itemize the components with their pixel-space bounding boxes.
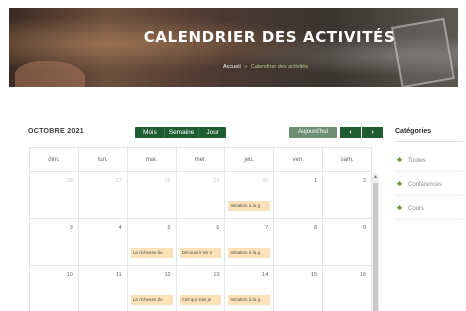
- category-label: Toutes: [408, 158, 426, 164]
- month-calendar: dim. lun. mar. mer. jeu. ven. sam. 26 27 2…: [29, 147, 372, 311]
- calendar-day-cell[interactable]: 16: [323, 266, 372, 311]
- calendar-week-row: 3 4 5 La richesse du 6 Découvrir les s 7 Initia…: [30, 219, 372, 266]
- category-item-toutes[interactable]: ♣ Toutes: [395, 148, 463, 172]
- calendar-event[interactable]: La richesse du: [130, 248, 173, 258]
- weekday-header: jeu.: [225, 148, 275, 172]
- view-month-button[interactable]: Mois: [135, 127, 165, 138]
- calendar-day-cell[interactable]: 29: [176, 172, 226, 219]
- calendar-day-cell[interactable]: 3: [30, 219, 79, 266]
- calendar-event[interactable]: La richesse du: [130, 295, 173, 305]
- weekday-header: ven.: [274, 148, 324, 172]
- calendar-day-cell[interactable]: 6 Découvrir les s: [176, 219, 226, 266]
- calendar-day-cell[interactable]: 11: [79, 266, 128, 311]
- scroll-up-icon[interactable]: ▲: [373, 175, 378, 180]
- banner-photo-hand: [15, 61, 85, 87]
- chevron-right-icon: ›: [371, 129, 374, 136]
- day-number: 27: [115, 178, 122, 184]
- calendar-day-cell[interactable]: 27: [78, 172, 128, 219]
- calendar-day-cell[interactable]: 30 Initiation à la g: [225, 172, 275, 219]
- calendar-event[interactable]: Ciel qui suis je: [179, 295, 222, 305]
- day-number: 16: [359, 272, 367, 278]
- calendar-event[interactable]: Découvrir les s: [179, 248, 222, 258]
- view-week-button[interactable]: Semaine: [165, 127, 200, 138]
- day-number: 9: [362, 225, 367, 231]
- calendar-day-cell[interactable]: 12 La richesse du: [128, 266, 177, 311]
- day-number: 12: [164, 272, 171, 278]
- day-number: 29: [213, 178, 220, 184]
- scrollbar-thumb[interactable]: [373, 183, 378, 311]
- calendar-day-cell[interactable]: 4: [78, 219, 128, 266]
- breadcrumb-home-link[interactable]: Accueil: [223, 64, 241, 70]
- day-number: 26: [66, 178, 73, 184]
- calendar-day-cell[interactable]: 28: [127, 172, 177, 219]
- calendar-day-cell[interactable]: 7 Initiation à la g: [225, 219, 275, 266]
- tree-icon: ♣: [396, 179, 403, 188]
- page-banner: CALENDRIER DES ACTIVITÉS Accueil » Calen…: [9, 8, 458, 87]
- calendar-event[interactable]: Initiation à la g: [228, 248, 271, 258]
- calendar-day-cell[interactable]: 15: [274, 266, 324, 311]
- breadcrumb-current: Calendrier des activités: [250, 64, 309, 70]
- day-number: 2: [362, 178, 367, 184]
- calendar-day-cell[interactable]: 5 La richesse du: [127, 219, 177, 266]
- day-number: 3: [69, 225, 73, 231]
- day-number: 14: [262, 272, 269, 278]
- calendar-month-title: OCTOBRE 2021: [28, 128, 84, 135]
- calendar-day-cell[interactable]: 2: [323, 172, 372, 219]
- next-month-button[interactable]: ›: [362, 127, 383, 138]
- prev-month-button[interactable]: ‹: [340, 127, 361, 138]
- view-switcher: Mois Semaine Jour: [135, 127, 227, 138]
- weekday-header: mer.: [176, 148, 226, 172]
- calendar-day-cell[interactable]: 13 Ciel qui suis je: [177, 266, 226, 311]
- calendar-scrollbar[interactable]: ▲: [372, 173, 379, 311]
- category-label: Conférences: [408, 182, 443, 188]
- categories-title: Catégories: [395, 128, 432, 135]
- weekday-header: mar.: [127, 148, 177, 172]
- calendar-event[interactable]: Initiation à la g: [228, 201, 271, 211]
- day-number: 28: [164, 178, 171, 184]
- day-number: 8: [314, 225, 318, 231]
- categories-divider: [395, 141, 463, 142]
- weekday-header: lun.: [78, 148, 128, 172]
- day-number: 30: [262, 178, 269, 184]
- day-number: 10: [66, 272, 73, 278]
- calendar-week-row: 26 27 28 29 30 Initiation à la g 1 2: [30, 172, 372, 219]
- calendar-week-row: 10 11 12 La richesse du 13 Ciel qui suis je 14…: [30, 266, 372, 311]
- calendar-day-cell[interactable]: 10: [30, 266, 79, 311]
- calendar-day-cell[interactable]: 8: [274, 219, 324, 266]
- breadcrumb: Accueil » Calendrier des activités: [223, 64, 308, 70]
- category-label: Cours: [408, 206, 425, 212]
- day-number: 13: [213, 272, 220, 278]
- today-button[interactable]: Aujourd'hui: [289, 127, 337, 138]
- day-number: 7: [265, 225, 269, 231]
- calendar-day-cell[interactable]: 1: [274, 172, 324, 219]
- day-number: 11: [116, 272, 122, 278]
- weekday-header: dim.: [30, 148, 79, 172]
- calendar-day-cell[interactable]: 14 Initiation à la g: [225, 266, 275, 311]
- page-title: CALENDRIER DES ACTIVITÉS: [143, 28, 396, 46]
- calendar-day-cell[interactable]: 9: [323, 219, 372, 266]
- category-item-cours[interactable]: ♣ Cours: [395, 196, 463, 220]
- day-number: 6: [216, 225, 220, 231]
- tree-icon: ♣: [396, 203, 403, 212]
- category-item-conferences[interactable]: ♣ Conférences: [395, 172, 463, 196]
- chevron-left-icon: ‹: [349, 129, 352, 136]
- weekday-header-row: dim. lun. mar. mer. jeu. ven. sam.: [30, 148, 372, 172]
- day-number: 5: [167, 225, 171, 231]
- view-day-button[interactable]: Jour: [199, 127, 226, 138]
- breadcrumb-separator: »: [244, 64, 248, 70]
- tree-icon: ♣: [396, 155, 403, 164]
- calendar-event[interactable]: Initiation à la g: [228, 295, 271, 305]
- day-number: 15: [311, 272, 318, 278]
- calendar-weeks: 26 27 28 29 30 Initiation à la g 1 2 3 4 5 La riche…: [30, 172, 372, 311]
- weekday-header: sam.: [323, 148, 372, 172]
- day-number: 4: [118, 225, 122, 231]
- calendar-day-cell[interactable]: 26: [30, 172, 79, 219]
- day-number: 1: [314, 178, 318, 184]
